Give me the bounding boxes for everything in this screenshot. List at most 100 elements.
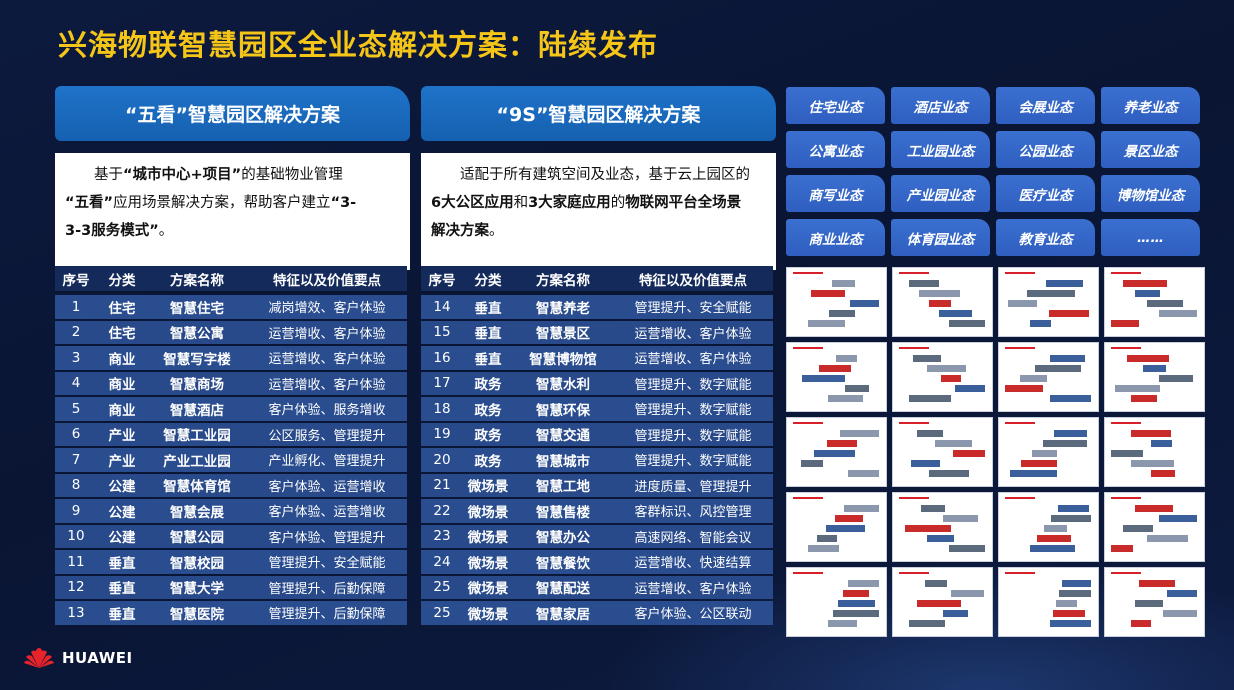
table-cell: 11 bbox=[67, 553, 85, 570]
table-cell: 运营增收、客户体验 bbox=[634, 326, 752, 342]
column-header: 特征以及价值要点 bbox=[273, 272, 381, 289]
table-cell: 智慧城市 bbox=[536, 453, 590, 470]
table-cell: 减岗增效、客户体验 bbox=[268, 301, 386, 317]
description-line: 适配于所有建筑空间及业态，基于云上园区的 bbox=[431, 161, 766, 189]
slide-thumbnail bbox=[998, 267, 1099, 337]
slide-thumbnail bbox=[998, 417, 1099, 487]
table-row: 19 政务 智慧交通 管理提升、数字赋能 bbox=[421, 422, 773, 446]
table-cell: 20 bbox=[433, 451, 451, 468]
middle-panel-header: “9S”智慧园区解决方案 bbox=[421, 86, 776, 141]
business-tag: 公寓业态 bbox=[786, 131, 885, 168]
huawei-logo: HUAWEI bbox=[22, 646, 133, 670]
description-text: 的基础物业管理 bbox=[241, 167, 343, 183]
table-cell: 25 bbox=[433, 579, 451, 596]
table-cell: 产业 bbox=[108, 453, 136, 470]
description-line: 基于“城市中心+项目”的基础物业管理 bbox=[65, 161, 400, 189]
table-row: 6 产业 智慧工业园 公区服务、管理提升 bbox=[55, 422, 407, 446]
table-cell: 3 bbox=[71, 349, 81, 366]
table-cell: 23 bbox=[433, 528, 451, 545]
slide-thumbnail bbox=[786, 492, 887, 562]
table-cell: 公建 bbox=[108, 530, 136, 547]
solution-thumbnail-grid bbox=[786, 267, 1205, 637]
table-row: 25 微场景 智慧家居 客户体验、公区联动 bbox=[421, 601, 773, 625]
table-cell: 14 bbox=[433, 298, 451, 315]
table-row: 20 政务 智慧城市 管理提升、数字赋能 bbox=[421, 448, 773, 472]
table-cell: 客户体验、运营增收 bbox=[268, 479, 386, 495]
table-cell: 管理提升、后勤保障 bbox=[268, 581, 386, 597]
table-row: 17 政务 智慧水利 管理提升、数字赋能 bbox=[421, 371, 773, 395]
table-cell: 微场景 bbox=[467, 581, 509, 598]
business-tag: 工业园业态 bbox=[891, 131, 990, 168]
column-header: 方案名称 bbox=[536, 272, 590, 289]
table-cell: 公建 bbox=[108, 504, 136, 521]
table-cell: 管理提升、数字赋能 bbox=[634, 454, 752, 470]
column-header: 分类 bbox=[474, 272, 502, 289]
table-row: 12 垂直 智慧大学 管理提升、后勤保障 bbox=[55, 575, 407, 599]
table-row: 7 产业 产业工业园 产业孵化、管理提升 bbox=[55, 448, 407, 472]
table-header: 序号 分类 方案名称 特征以及价值要点 bbox=[421, 266, 773, 293]
middle-description: 适配于所有建筑空间及业态，基于云上园区的 6大公区应用和3大家庭应用的物联网平台全… bbox=[421, 153, 776, 270]
table-cell: 7 bbox=[71, 451, 81, 468]
table-cell: 15 bbox=[433, 324, 451, 341]
description-line: 解决方案。 bbox=[431, 217, 766, 245]
table-cell: 18 bbox=[433, 400, 451, 417]
table-row: 25 微场景 智慧配送 运营增收、客户体验 bbox=[421, 575, 773, 599]
description-text: 。 bbox=[158, 223, 174, 239]
description-line: 6大公区应用和3大家庭应用的物联网平台全场景 bbox=[431, 189, 766, 217]
table-cell: 商业 bbox=[108, 402, 136, 419]
table-cell: 运营增收、快速结算 bbox=[634, 556, 752, 572]
description-highlight: 6大公区应用 bbox=[431, 195, 514, 211]
description-line: 3-3服务模式”。 bbox=[65, 217, 400, 245]
table-row: 15 垂直 智慧景区 运营增收、客户体验 bbox=[421, 320, 773, 344]
business-tag: 教育业态 bbox=[996, 219, 1095, 256]
table-cell: 微场景 bbox=[467, 504, 509, 521]
table-cell: 智慧办公 bbox=[536, 530, 590, 547]
table-cell: 智慧配送 bbox=[536, 581, 590, 598]
table-cell: 微场景 bbox=[467, 530, 509, 547]
table-cell: 智慧环保 bbox=[536, 402, 590, 419]
table-cell: 进度质量、管理提升 bbox=[634, 479, 752, 495]
table-cell: 25 bbox=[433, 604, 451, 621]
table-cell: 垂直 bbox=[108, 555, 136, 572]
table-cell: 商业 bbox=[108, 377, 136, 394]
table-cell: 16 bbox=[433, 349, 451, 366]
slide-thumbnail bbox=[786, 417, 887, 487]
left-solution-table: 序号 分类 方案名称 特征以及价值要点 1 住宅 智慧住宅 减岗增效、客户体验 2 住宅 智慧公寓运… bbox=[55, 266, 407, 625]
table-row: 10 公建 智慧公园 客户体验、管理提升 bbox=[55, 524, 407, 548]
table-cell: 政务 bbox=[474, 428, 502, 445]
table-row: 5 商业 智慧酒店 客户体验、服务增收 bbox=[55, 397, 407, 421]
slide-thumbnail bbox=[998, 492, 1099, 562]
table-cell: 智慧售楼 bbox=[536, 504, 590, 521]
table-cell: 产业孵化、管理提升 bbox=[268, 454, 386, 470]
table-cell: 运营增收、客户体验 bbox=[634, 581, 752, 597]
table-cell: 12 bbox=[67, 579, 85, 596]
slide-thumbnail bbox=[892, 567, 993, 637]
table-cell: 5 bbox=[71, 400, 81, 417]
table-cell: 客户体验、公区联动 bbox=[634, 607, 752, 623]
slide-thumbnail bbox=[892, 342, 993, 412]
table-row: 9 公建 智慧会展 客户体验、运营增收 bbox=[55, 499, 407, 523]
table-cell: 智慧家居 bbox=[536, 606, 590, 623]
table-cell: 微场景 bbox=[467, 606, 509, 623]
table-cell: 2 bbox=[71, 324, 81, 341]
table-cell: 17 bbox=[433, 375, 451, 392]
table-cell: 管理提升、后勤保障 bbox=[268, 607, 386, 623]
table-cell: 运营增收、客户体验 bbox=[268, 377, 386, 393]
table-row: 2 住宅 智慧公寓 运营增收、客户体验 bbox=[55, 320, 407, 344]
table-cell: 21 bbox=[433, 477, 451, 494]
table-row: 21 微场景 智慧工地 进度质量、管理提升 bbox=[421, 473, 773, 497]
description-highlight: 3大家庭应用 bbox=[528, 195, 611, 211]
table-cell: 产业工业园 bbox=[163, 453, 231, 470]
table-cell: 6 bbox=[71, 426, 81, 443]
table-cell: 运营增收、客户体验 bbox=[634, 352, 752, 368]
business-tag: 商写业态 bbox=[786, 175, 885, 212]
description-highlight: 物联网平台全场景 bbox=[625, 195, 742, 211]
column-header: 序号 bbox=[62, 272, 90, 289]
table-cell: 9 bbox=[71, 502, 81, 519]
table-row: 11 垂直 智慧校园 管理提升、安全赋能 bbox=[55, 550, 407, 574]
slide-thumbnail bbox=[892, 267, 993, 337]
table-cell: 22 bbox=[433, 502, 451, 519]
table-cell: 管理提升、安全赋能 bbox=[268, 556, 386, 572]
slide-thumbnail bbox=[786, 267, 887, 337]
table-cell: 智慧会展 bbox=[170, 504, 224, 521]
